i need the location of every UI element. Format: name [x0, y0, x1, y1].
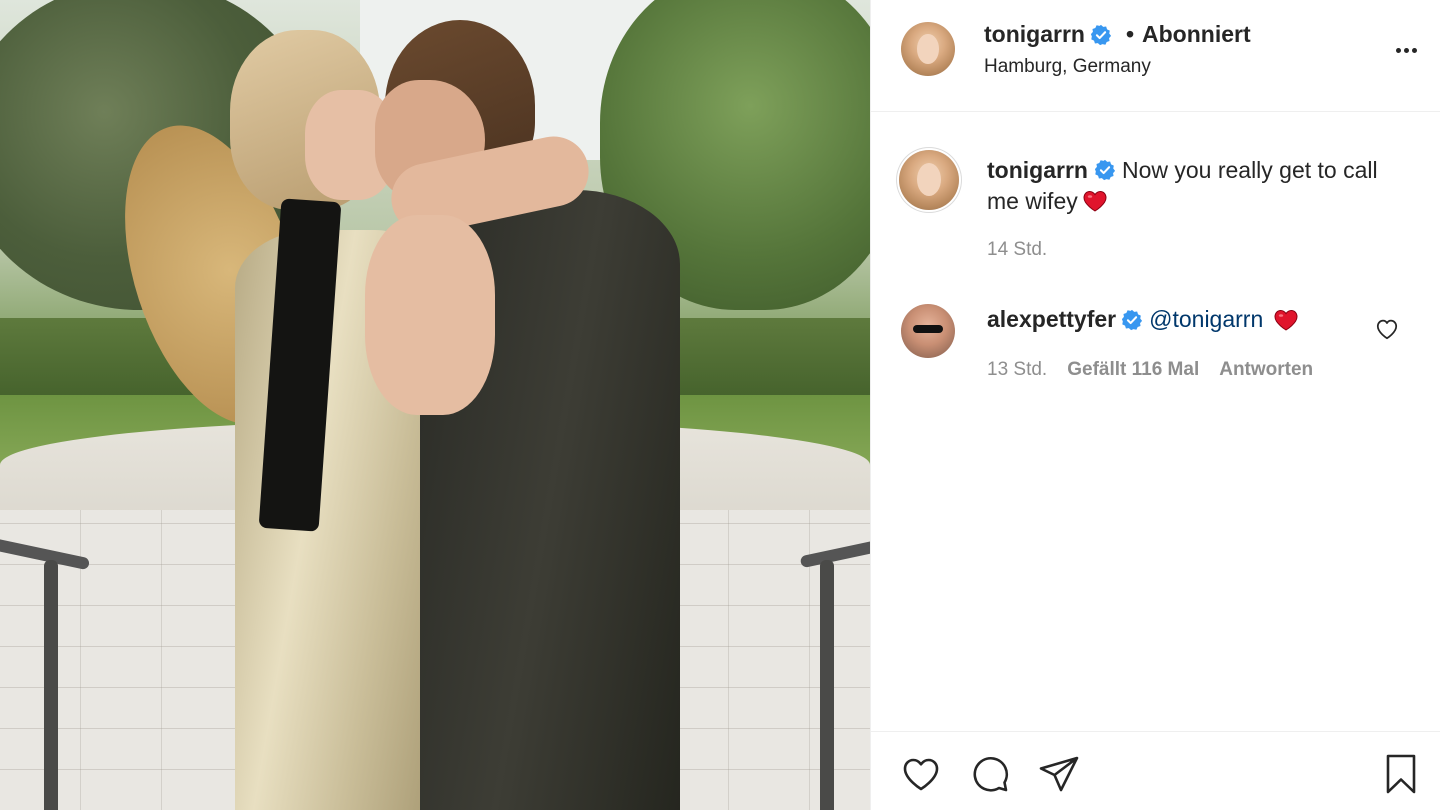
avatar-face: [917, 33, 939, 64]
caption-timestamp[interactable]: 14 Std.: [987, 239, 1047, 261]
comment-text: alexpettyfer @tonigarrn: [987, 306, 1299, 333]
red-heart-emoji-icon: [1082, 189, 1108, 213]
author-avatar[interactable]: [901, 22, 955, 76]
comment-meta: 13 Std. Gefällt 116 Mal Antworten: [987, 359, 1313, 381]
follow-state-button[interactable]: Abonniert: [1142, 21, 1251, 48]
avatar-sunglasses: [912, 324, 944, 334]
bookmark-icon[interactable]: [1379, 752, 1423, 796]
share-icon[interactable]: [1037, 752, 1081, 796]
post-action-bar: [871, 731, 1440, 810]
avatar-face: [917, 163, 941, 197]
separator-dot: •: [1125, 21, 1135, 47]
caption-username[interactable]: tonigarrn: [987, 157, 1088, 183]
post-header: tonigarrn • Abonniert Hamburg, Germany: [871, 0, 1440, 112]
verified-badge-icon: [1090, 24, 1112, 46]
more-options-icon[interactable]: [1391, 36, 1421, 64]
comment-timestamp[interactable]: 13 Std.: [987, 359, 1047, 381]
comment-icon[interactable]: [968, 752, 1012, 796]
verified-badge-icon: [1121, 309, 1143, 331]
reply-button[interactable]: Antworten: [1219, 359, 1313, 381]
comment-username[interactable]: alexpettyfer: [987, 306, 1116, 333]
post-location[interactable]: Hamburg, Germany: [984, 56, 1151, 78]
author-line: tonigarrn • Abonniert: [984, 21, 1251, 48]
caption-text: tonigarrn Now you really get to call me w…: [987, 155, 1407, 217]
heart-icon[interactable]: [899, 752, 943, 796]
photo-railing-right-post: [820, 560, 834, 810]
post-photo[interactable]: [0, 0, 870, 810]
comment-mention-link[interactable]: @tonigarrn: [1149, 306, 1263, 333]
verified-badge-icon: [1094, 159, 1116, 181]
author-username[interactable]: tonigarrn: [984, 21, 1085, 48]
red-heart-emoji-icon: [1273, 308, 1299, 332]
comment-like-heart-icon[interactable]: [1374, 316, 1400, 342]
caption-avatar[interactable]: [899, 150, 959, 210]
comment-likes-count[interactable]: Gefällt 116 Mal: [1067, 359, 1199, 381]
photo-hands: [365, 215, 495, 415]
photo-railing-left-post: [44, 560, 58, 810]
post-side-panel: tonigarrn • Abonniert Hamburg, Germany t…: [870, 0, 1440, 810]
commenter-avatar[interactable]: [901, 304, 955, 358]
